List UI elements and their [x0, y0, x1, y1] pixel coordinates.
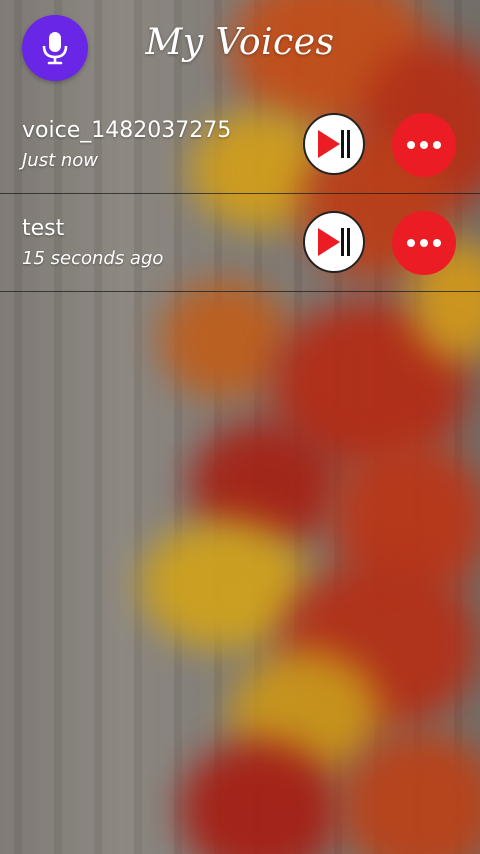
recordings-list: voice_1482037275 Just now test 15 second… — [0, 96, 480, 292]
play-pause-button[interactable] — [303, 113, 365, 175]
recording-name: test — [22, 216, 65, 241]
page-title: My Voices — [145, 22, 335, 63]
recording-item[interactable]: test 15 seconds ago — [0, 194, 480, 292]
recording-item[interactable]: voice_1482037275 Just now — [0, 96, 480, 194]
play-pause-button[interactable] — [303, 211, 365, 273]
app-header: My Voices — [0, 0, 480, 100]
play-pause-icon — [318, 130, 350, 158]
more-options-icon — [407, 239, 441, 247]
more-options-icon — [407, 141, 441, 149]
recording-timestamp: 15 seconds ago — [22, 248, 164, 269]
play-pause-icon — [318, 228, 350, 256]
recording-timestamp: Just now — [22, 150, 99, 171]
more-options-button[interactable] — [392, 211, 456, 275]
more-options-button[interactable] — [392, 113, 456, 177]
recording-name: voice_1482037275 — [22, 118, 232, 143]
